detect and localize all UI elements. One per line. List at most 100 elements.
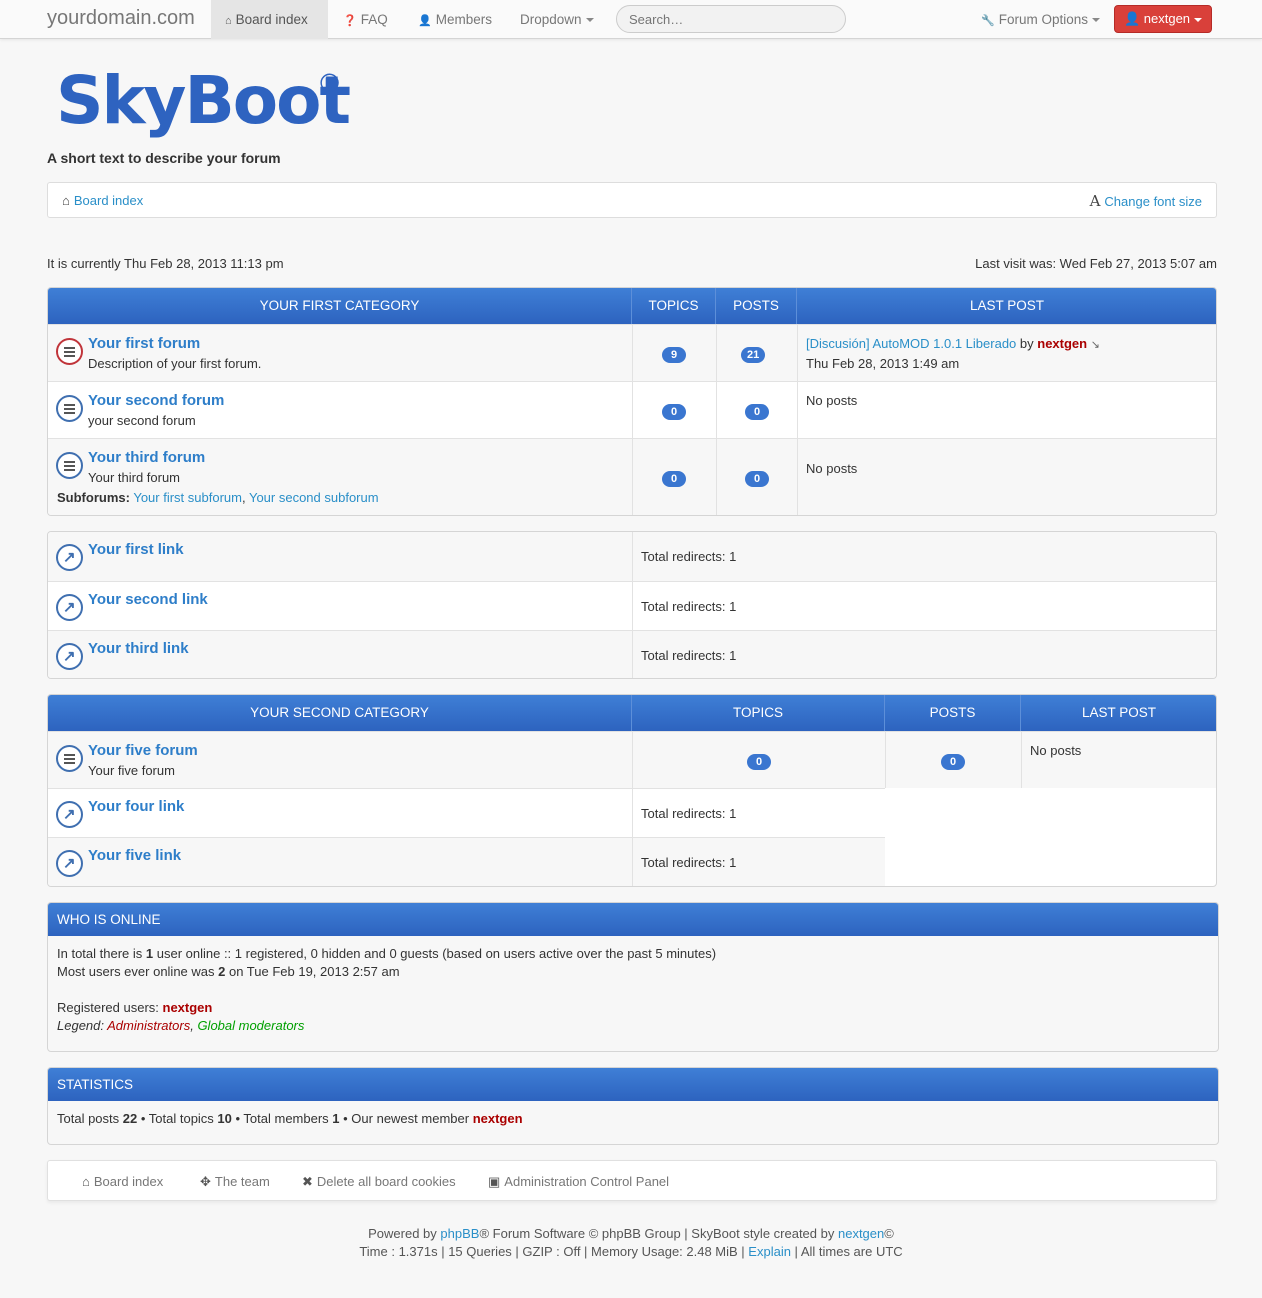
online-record: Most users ever online was 2 on Tue Feb … — [57, 964, 400, 979]
no-posts-text: No posts — [1030, 743, 1082, 758]
site-logo[interactable]: SkyBoot ® — [56, 66, 351, 136]
forum-row: Your third forum Your third forum Subfor… — [48, 438, 1216, 515]
forum-options-menu[interactable]: 🔧 Forum Options — [981, 0, 1100, 39]
posts-badge: 21 — [741, 347, 766, 363]
registered-users: Registered users: nextgen — [57, 1000, 213, 1015]
last-post-user-link[interactable]: nextgen — [1037, 336, 1087, 351]
forum-read-icon — [56, 395, 83, 422]
link-row: ↗ Your five link Total redirects: 1 — [48, 837, 885, 886]
link-title[interactable]: Your second link — [88, 591, 208, 608]
topics-cell: 9 — [632, 325, 716, 381]
delete-cookies-link[interactable]: ✖ Delete all board cookies — [302, 1174, 456, 1190]
who-is-online-title[interactable]: WHO IS ONLINE — [48, 903, 1218, 936]
last-post-cell: No posts — [1021, 732, 1216, 788]
style-author-link[interactable]: nextgen — [838, 1226, 884, 1241]
subforums-list: Subforums: Your first subforum, Your sec… — [57, 490, 379, 505]
newest-member-link[interactable]: nextgen — [473, 1111, 523, 1126]
who-is-online-panel: WHO IS ONLINE In total there is 1 user o… — [47, 902, 1219, 1052]
no-posts-text: No posts — [806, 461, 858, 476]
nav-faq[interactable]: ❓ FAQ — [343, 0, 388, 39]
link-title[interactable]: Your five link — [88, 847, 181, 864]
topics-cell: 0 — [632, 382, 716, 438]
question-icon: ❓ — [343, 15, 357, 27]
link-title[interactable]: Your four link — [88, 798, 184, 815]
legend-administrators-link[interactable]: Administrators — [107, 1018, 190, 1033]
forum-title-link[interactable]: Your five forum — [88, 742, 198, 759]
posts-badge: 0 — [941, 754, 965, 770]
external-link-icon: ↗ — [56, 850, 83, 877]
forum-row: Your five forum Your five forum 0 0 No p… — [48, 731, 1216, 788]
legend-moderators-link[interactable]: Global moderators — [197, 1018, 304, 1033]
nav-board-index[interactable]: ⌂ Board index — [211, 0, 328, 39]
brand-link[interactable]: yourdomain.com — [47, 7, 195, 30]
links-table: ↗ Your first link Total redirects: 1 ↗ Y… — [47, 531, 1217, 679]
subforum-link[interactable]: Your first subforum — [133, 490, 242, 505]
posts-cell: 0 — [885, 732, 1021, 788]
footer-nav: ⌂ Board index ✥ The team ✖ Delete all board… — [47, 1160, 1217, 1201]
user-menu-button[interactable]: 👤 nextgen — [1114, 5, 1212, 33]
redirects-count: Total redirects: 1 — [641, 855, 737, 870]
redirects-count: Total redirects: 1 — [641, 599, 737, 614]
external-link-icon: ↗ — [56, 544, 83, 571]
last-post-cell: No posts — [797, 439, 1216, 515]
posts-badge: 0 — [745, 471, 769, 487]
category-1-title[interactable]: YOUR FIRST CATEGORY — [48, 288, 632, 324]
change-font-size-link[interactable]: A Change font size — [1090, 192, 1202, 210]
explain-link[interactable]: Explain — [748, 1244, 791, 1259]
online-user-link[interactable]: nextgen — [163, 1000, 213, 1015]
acp-link[interactable]: ▣ Administration Control Panel — [488, 1174, 669, 1190]
link-title[interactable]: Your first link — [88, 541, 184, 558]
user-icon: 👤 — [1123, 11, 1144, 26]
category-2-title[interactable]: YOUR SECOND CATEGORY — [48, 695, 632, 731]
forum-row: Your first forum Description of your fir… — [48, 324, 1216, 381]
nav-dropdown[interactable]: Dropdown — [520, 0, 594, 39]
no-posts-text: No posts — [806, 393, 858, 408]
home-icon: ⌂ — [62, 193, 70, 208]
posts-cell: 0 — [716, 439, 797, 515]
external-link-icon: ↗ — [56, 643, 83, 670]
site-tagline: A short text to describe your forum — [47, 150, 281, 166]
topics-badge: 0 — [662, 471, 686, 487]
user-icon: 👤 — [418, 15, 432, 27]
debug-line: Time : 1.371s | 15 Queries | GZIP : Off … — [359, 1244, 903, 1259]
category-2-table: YOUR SECOND CATEGORY TOPICS POSTS LAST P… — [47, 694, 1217, 887]
breadcrumb-board-index[interactable]: ⌂ Board index — [62, 193, 143, 208]
topics-badge: 0 — [662, 404, 686, 420]
team-icon: ✥ — [200, 1174, 211, 1189]
link-row: ↗ Your four link Total redirects: 1 — [48, 788, 885, 837]
posts-cell: 0 — [716, 382, 797, 438]
footer-board-index-link[interactable]: ⌂ Board index — [82, 1174, 163, 1189]
top-navbar: yourdomain.com ⌂ Board index ❓ FAQ 👤 Member… — [0, 0, 1262, 39]
redirects-count: Total redirects: 1 — [641, 648, 737, 663]
redirects-count: Total redirects: 1 — [641, 806, 737, 821]
subforum-link[interactable]: Your second subforum — [249, 490, 379, 505]
breadcrumb-bar: ⌂ Board index A Change font size — [47, 182, 1217, 218]
view-latest-post-icon[interactable]: ↘ — [1091, 339, 1100, 351]
chevron-down-icon — [1194, 17, 1203, 22]
link-title[interactable]: Your third link — [88, 640, 189, 657]
col-topics: TOPICS — [632, 288, 716, 324]
forum-description: your second forum — [88, 413, 196, 428]
nav-members[interactable]: 👤 Members — [418, 0, 492, 39]
last-post-cell: No posts — [797, 382, 1216, 438]
font-size-icon: A — [1089, 192, 1101, 210]
forum-title-link[interactable]: Your third forum — [88, 449, 205, 466]
forum-read-icon — [56, 745, 83, 772]
forum-title-link[interactable]: Your second forum — [88, 392, 224, 409]
topics-cell: 0 — [632, 732, 885, 788]
footer-team-link[interactable]: ✥ The team — [200, 1174, 270, 1190]
picture-icon: ▣ — [488, 1174, 501, 1189]
statistics-panel: STATISTICS Total posts 22 • Total topics… — [47, 1067, 1219, 1145]
posts-cell: 21 — [716, 325, 797, 381]
home-icon: ⌂ — [82, 1174, 90, 1189]
col-posts: POSTS — [716, 288, 797, 324]
search-input[interactable] — [616, 5, 846, 33]
topics-badge: 9 — [662, 347, 686, 363]
forum-description: Your five forum — [88, 763, 175, 778]
forum-description: Your third forum — [88, 470, 181, 485]
phpbb-link[interactable]: phpBB — [440, 1226, 479, 1241]
last-post-topic-link[interactable]: [Discusión] AutoMOD 1.0.1 Liberado — [806, 336, 1016, 351]
chevron-down-icon — [1091, 18, 1100, 23]
forum-description: Description of your first forum. — [88, 356, 262, 371]
forum-title-link[interactable]: Your first forum — [88, 335, 200, 352]
